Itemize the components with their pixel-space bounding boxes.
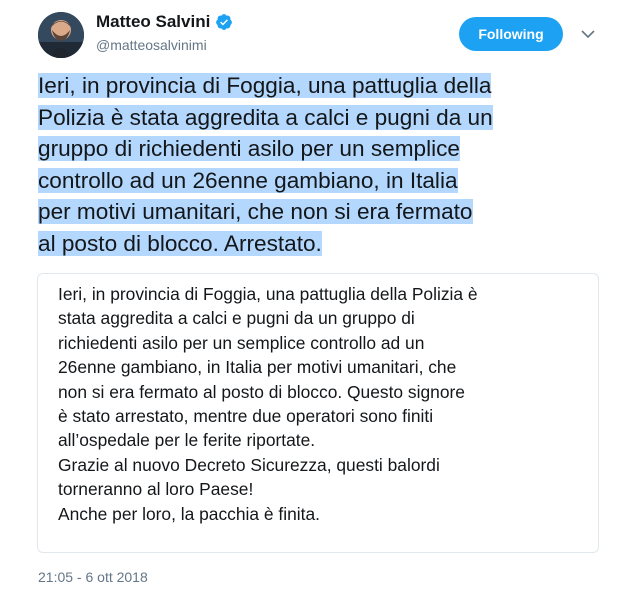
user-handle[interactable]: @matteosalvinimi [96, 37, 207, 53]
following-button[interactable]: Following [459, 17, 563, 51]
quoted-text: Ieri, in provincia di Foggia, una pattug… [58, 282, 588, 526]
tweet-line: al posto di blocco. Arrestato. [38, 230, 322, 256]
quote-line: torneranno al loro Paese! [58, 479, 254, 500]
quote-line: all’ospedale per le ferite riportate. [58, 430, 316, 451]
quoted-text-card[interactable]: Ieri, in provincia di Foggia, una pattug… [37, 273, 599, 553]
tweet-line: per motivi umanitari, che non si era fer… [38, 199, 473, 224]
quote-line: non si era fermato al posto di blocco. Q… [58, 381, 465, 402]
tweet-line: controllo ad un 26enne gambiano, in Ital… [38, 167, 458, 193]
display-name[interactable]: Matteo Salvini [96, 12, 210, 32]
quote-line: stata aggredita a calci e pugni da un gr… [58, 308, 415, 329]
quote-line: 26enne gambiano, in Italia per motivi um… [58, 357, 457, 378]
tweet-line: Ieri, in provincia di Foggia, una pattug… [38, 73, 492, 98]
avatar[interactable] [38, 12, 84, 58]
tweet-header: Matteo Salvini @matteosalvinimi Followin… [0, 0, 635, 70]
tweet-timestamp[interactable]: 21:05 - 6 ott 2018 [38, 569, 148, 585]
quote-line: Anche per loro, la pacchia è finita. [58, 503, 320, 524]
tweet-line: gruppo di richiedenti asilo per un sempl… [38, 136, 460, 161]
quote-line: è stato arrestato, mentre due operatori … [58, 406, 434, 427]
tweet-text: Ieri, in provincia di Foggia, una pattug… [38, 70, 618, 259]
quote-line: Grazie al nuovo Decreto Sicurezza, quest… [58, 454, 440, 475]
quote-line: richiedenti asilo per un semplice contro… [58, 332, 425, 353]
tweet-line: Polizia è stata aggredita a calci e pugn… [38, 104, 493, 130]
verified-badge-icon [216, 14, 233, 30]
chevron-down-icon[interactable] [580, 28, 596, 40]
quote-line: Ieri, in provincia di Foggia, una pattug… [58, 284, 478, 304]
name-row: Matteo Salvini [96, 12, 233, 32]
